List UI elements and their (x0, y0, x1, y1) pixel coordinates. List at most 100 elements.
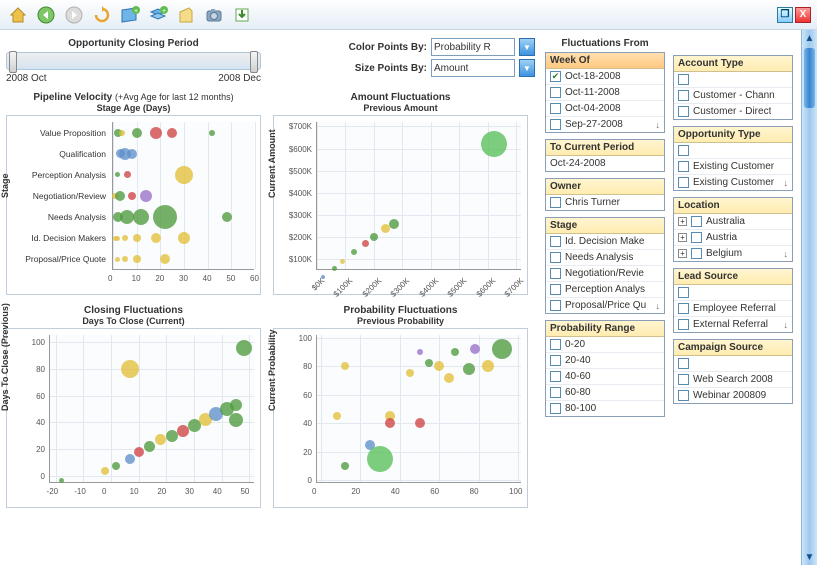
checkbox[interactable] (550, 371, 561, 382)
checkbox[interactable] (550, 252, 561, 263)
chart-plot-area[interactable]: Days To Close (Previous)020406080100-20-… (6, 328, 261, 508)
checkbox[interactable] (678, 74, 689, 85)
expand-icon[interactable]: + (678, 249, 687, 258)
scroll-down-icon[interactable]: ▼ (802, 549, 817, 565)
filter-right-item-4-2[interactable]: Webinar 200809 (674, 388, 792, 403)
expand-icon[interactable]: + (678, 217, 687, 226)
data-point[interactable] (463, 363, 475, 375)
data-point[interactable] (175, 166, 193, 184)
checkbox[interactable] (678, 319, 689, 330)
checkbox[interactable] (550, 339, 561, 350)
data-point[interactable] (112, 462, 120, 470)
filter-left-item-4-3[interactable]: 60-80 (546, 385, 664, 401)
slider-handle-start[interactable] (9, 51, 17, 73)
more-icon[interactable]: ↓ (656, 301, 661, 311)
data-point[interactable] (155, 434, 166, 445)
data-point[interactable] (229, 413, 243, 427)
filter-left-head-4[interactable]: Probability Range (546, 321, 664, 337)
filter-right-item-2-0[interactable]: +Australia (674, 214, 792, 230)
filter-left-head-1[interactable]: To Current Period (546, 140, 664, 156)
filter-right-item-4-0[interactable] (674, 356, 792, 372)
filter-left-item-4-1[interactable]: 20-40 (546, 353, 664, 369)
back-icon[interactable] (34, 3, 58, 27)
data-point[interactable] (128, 192, 136, 200)
data-point[interactable] (119, 130, 125, 136)
data-point[interactable] (120, 210, 134, 224)
filter-left-item-3-1[interactable]: Needs Analysis (546, 250, 664, 266)
filter-left-head-3[interactable]: Stage (546, 218, 664, 234)
checkbox[interactable] (678, 287, 689, 298)
data-point[interactable] (341, 362, 349, 370)
data-point[interactable] (492, 339, 512, 359)
filter-left-item-3-0[interactable]: Id. Decision Make (546, 234, 664, 250)
color-by-dropdown-icon[interactable]: ▼ (519, 38, 535, 56)
filter-left-head-2[interactable]: Owner (546, 179, 664, 195)
filter-right-item-1-1[interactable]: Existing Customer (674, 159, 792, 175)
filter-right-item-3-2[interactable]: External Referral↓ (674, 317, 792, 332)
color-by-select[interactable]: Probability R (431, 38, 515, 56)
data-point[interactable] (333, 412, 341, 420)
checkbox[interactable] (550, 87, 561, 98)
size-by-dropdown-icon[interactable]: ▼ (519, 59, 535, 77)
data-point[interactable] (115, 236, 120, 241)
filter-right-item-1-2[interactable]: Existing Customer↓ (674, 175, 792, 190)
filter-left-item-0-2[interactable]: Oct-04-2008 (546, 101, 664, 117)
data-point[interactable] (389, 219, 399, 229)
data-point[interactable] (444, 373, 454, 383)
more-icon[interactable]: ↓ (656, 120, 661, 130)
maximize-button[interactable]: ❐ (777, 7, 793, 23)
filter-right-item-4-1[interactable]: Web Search 2008 (674, 372, 792, 388)
data-point[interactable] (133, 255, 141, 263)
data-point[interactable] (160, 254, 170, 264)
clipboard-icon[interactable] (174, 3, 198, 27)
more-icon[interactable]: ↓ (784, 320, 789, 330)
add-sheet-icon[interactable]: + (118, 3, 142, 27)
refresh-icon[interactable] (90, 3, 114, 27)
filter-left-item-0-0[interactable]: ✔Oct-18-2008 (546, 69, 664, 85)
data-point[interactable] (133, 234, 141, 242)
data-point[interactable] (222, 212, 232, 222)
checkbox[interactable] (550, 284, 561, 295)
data-point[interactable] (140, 190, 152, 202)
data-point[interactable] (434, 361, 444, 371)
data-point[interactable] (125, 454, 135, 464)
filter-left-item-3-4[interactable]: Proposal/Price Qu↓ (546, 298, 664, 313)
checkbox[interactable] (550, 355, 561, 366)
data-point[interactable] (153, 205, 177, 229)
checkbox[interactable] (550, 236, 561, 247)
data-point[interactable] (351, 249, 357, 255)
checkbox[interactable] (550, 300, 561, 311)
period-slider[interactable] (6, 52, 261, 70)
checkbox[interactable] (691, 248, 702, 259)
scroll-up-icon[interactable]: ▲ (802, 30, 817, 46)
data-point[interactable] (482, 360, 494, 372)
data-point[interactable] (340, 259, 345, 264)
filter-right-item-3-1[interactable]: Employee Referral (674, 301, 792, 317)
filter-right-item-3-0[interactable] (674, 285, 792, 301)
checkbox[interactable] (550, 197, 561, 208)
data-point[interactable] (370, 233, 378, 241)
data-point[interactable] (124, 171, 131, 178)
checkbox[interactable] (678, 90, 689, 101)
filter-left-item-3-3[interactable]: Perception Analys (546, 282, 664, 298)
data-point[interactable] (144, 441, 155, 452)
data-point[interactable] (59, 478, 64, 483)
data-point[interactable] (341, 462, 349, 470)
filter-left-item-0-1[interactable]: Oct-11-2008 (546, 85, 664, 101)
more-icon[interactable]: ↓ (784, 178, 789, 188)
filter-left-item-3-2[interactable]: Negotiation/Revie (546, 266, 664, 282)
expand-icon[interactable]: + (678, 233, 687, 242)
data-point[interactable] (481, 131, 507, 157)
filter-right-head-3[interactable]: Lead Source (674, 269, 792, 285)
data-point[interactable] (178, 232, 190, 244)
data-point[interactable] (230, 399, 242, 411)
checkbox[interactable] (550, 119, 561, 130)
data-point[interactable] (332, 266, 337, 271)
filter-left-item-4-2[interactable]: 40-60 (546, 369, 664, 385)
data-point[interactable] (122, 235, 128, 241)
checkbox[interactable] (678, 390, 689, 401)
checkbox[interactable] (678, 177, 689, 188)
data-point[interactable] (385, 418, 395, 428)
checkbox[interactable] (678, 303, 689, 314)
data-point[interactable] (417, 349, 423, 355)
